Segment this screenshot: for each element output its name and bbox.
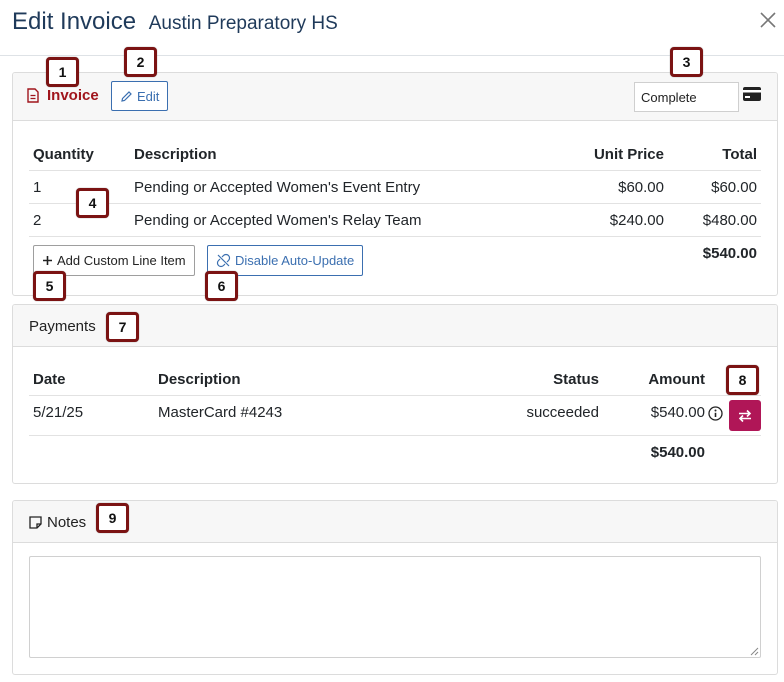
plus-icon — [43, 256, 52, 265]
row-total: $60.00 — [711, 179, 757, 196]
payment-amount: $540.00 — [650, 404, 705, 421]
row-description: Pending or Accepted Women's Relay Team — [134, 212, 422, 229]
refund-button[interactable] — [729, 400, 761, 431]
payments-label: Payments — [29, 318, 96, 335]
row-quantity: 1 — [33, 179, 42, 196]
col-date: Date — [33, 371, 66, 388]
notes-heading: Notes — [29, 514, 86, 531]
annotation-badge: 5 — [33, 271, 66, 301]
notes-textarea[interactable] — [29, 556, 761, 658]
payment-description: MasterCard #4243 — [158, 404, 283, 421]
add-custom-label: Add Custom Line Item — [57, 253, 186, 268]
modal-header: Edit Invoice Austin Preparatory HS — [0, 0, 784, 56]
annotation-badge: 7 — [106, 312, 139, 342]
row-unit-price: $60.00 — [618, 179, 664, 196]
close-icon[interactable] — [758, 10, 782, 34]
col-description: Description — [134, 146, 217, 163]
annotation-badge: 1 — [46, 57, 79, 87]
invoice-card: Invoice Edit Complete Quantity Descripti… — [12, 72, 778, 296]
annotation-badge: 9 — [96, 503, 129, 533]
invoice-card-header: Invoice Edit Complete — [13, 73, 777, 121]
edit-invoice-button[interactable]: Edit — [111, 81, 169, 111]
unlink-icon — [216, 253, 231, 268]
status-select[interactable]: Complete — [634, 82, 739, 112]
annotation-badge: 6 — [205, 271, 238, 301]
col-status: Status — [553, 371, 599, 388]
disable-auto-label: Disable Auto-Update — [235, 253, 355, 268]
annotation-badge: 3 — [670, 47, 703, 77]
edit-button-label: Edit — [137, 88, 160, 104]
sticky-note-icon — [29, 516, 42, 529]
annotation-badge: 4 — [76, 188, 109, 218]
page-title: Edit Invoice — [12, 8, 137, 35]
pencil-icon — [121, 90, 132, 102]
annotation-badge: 8 — [726, 365, 759, 395]
school-name: Austin Preparatory HS — [148, 13, 338, 34]
row-quantity: 2 — [33, 212, 42, 229]
col-unit-price: Unit Price — [593, 146, 664, 163]
notes-label: Notes — [47, 514, 87, 531]
payment-date: 5/21/25 — [33, 404, 84, 421]
col-total: Total — [722, 146, 757, 163]
modal-title: Edit Invoice Austin Preparatory HS — [12, 8, 338, 36]
col-description: Description — [158, 371, 241, 388]
exchange-icon — [738, 409, 752, 422]
document-icon — [27, 88, 39, 103]
credit-card-icon[interactable] — [742, 86, 762, 107]
payment-status: succeeded — [526, 404, 599, 421]
col-amount: Amount — [648, 371, 705, 388]
resize-handle-icon[interactable] — [749, 646, 759, 656]
status-value: Complete — [641, 89, 697, 105]
payments-total: $540.00 — [650, 444, 705, 461]
row-unit-price: $240.00 — [609, 212, 664, 229]
invoice-heading: Invoice — [27, 87, 99, 104]
info-icon[interactable] — [708, 406, 723, 426]
invoice-label: Invoice — [47, 87, 99, 104]
row-description: Pending or Accepted Women's Event Entry — [134, 179, 421, 196]
col-quantity: Quantity — [33, 146, 94, 163]
annotation-badge: 2 — [124, 47, 157, 77]
row-total: $480.00 — [702, 212, 757, 229]
invoice-grand-total: $540.00 — [702, 245, 757, 262]
